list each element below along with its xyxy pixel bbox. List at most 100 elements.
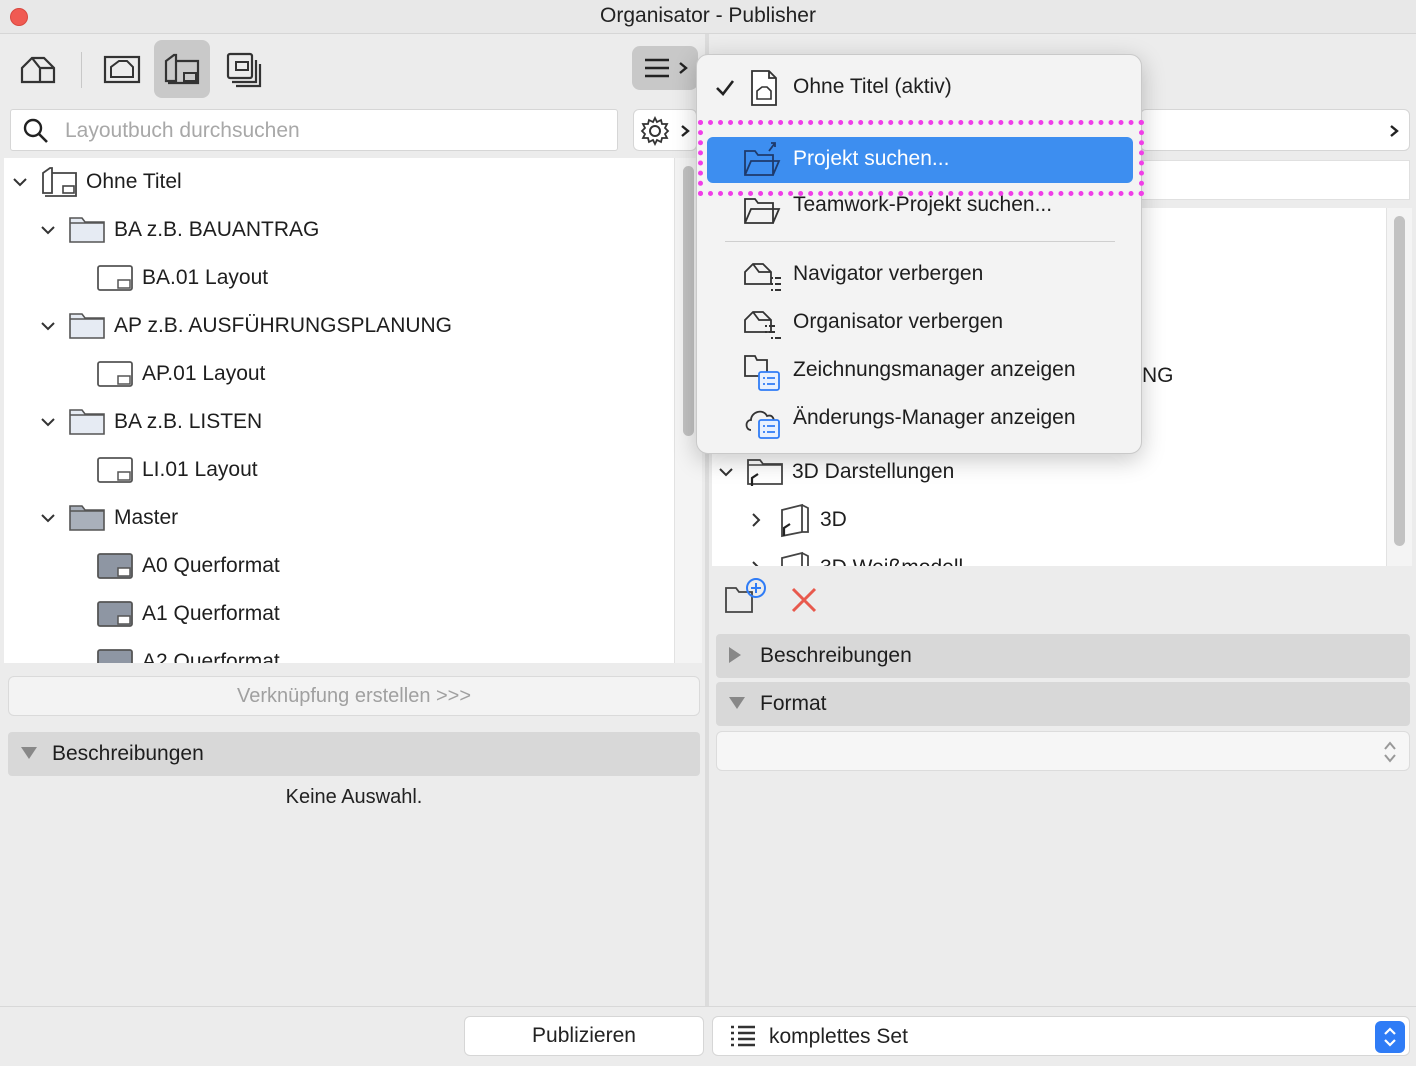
disclosure-triangle-down-icon xyxy=(21,747,37,759)
create-link-button[interactable]: Verknüpfung erstellen >>> xyxy=(8,676,700,716)
tree-label: Ohne Titel xyxy=(86,170,182,193)
descriptions-section-header[interactable]: Beschreibungen xyxy=(8,732,700,776)
layout-book-tab[interactable] xyxy=(154,40,210,98)
title-bar: Organisator - Publisher xyxy=(0,0,1416,34)
view-folder-icon xyxy=(747,459,783,486)
menu-item-hide-navigator[interactable]: Navigator verbergen xyxy=(707,252,1133,298)
navigator-icon xyxy=(744,263,781,291)
tree-row-layout[interactable]: BA.01 Layout xyxy=(4,254,674,302)
tree-row-3d-white[interactable]: 3D Weißmodell xyxy=(712,544,1386,566)
chevron-down-icon xyxy=(719,468,733,477)
menu-separator xyxy=(725,241,1115,242)
toolbar-separator xyxy=(81,52,82,88)
tree-row-3d-folder[interactable]: 3D Darstellungen xyxy=(712,448,1386,496)
section-label: Format xyxy=(760,692,827,715)
set-select-stepper[interactable] xyxy=(1375,1021,1405,1053)
layout-sheet-icon xyxy=(97,457,133,483)
settings-popup-button[interactable] xyxy=(633,109,697,151)
layout-book-search[interactable]: Layoutbuch durchsuchen xyxy=(10,109,618,151)
3d-view-icon xyxy=(781,503,809,538)
delete-icon[interactable] xyxy=(790,586,818,614)
project-map-tab[interactable] xyxy=(10,40,66,98)
menu-item-label: Teamwork-Projekt suchen... xyxy=(793,193,1053,216)
project-file-icon xyxy=(751,70,777,106)
chevron-right-icon xyxy=(681,125,690,137)
chevron-down-icon xyxy=(41,322,55,331)
tree-row-folder[interactable]: BA z.B. LISTEN xyxy=(4,398,674,446)
tree-label: BA z.B. LISTEN xyxy=(114,410,263,433)
master-layout-icon xyxy=(97,649,133,663)
publisher-set-select[interactable]: komplettes Set xyxy=(712,1016,1410,1056)
tree-label: 3D Darstellungen xyxy=(792,460,955,483)
stacked-pages-icon xyxy=(226,52,262,88)
menu-item-show-change-manager[interactable]: Änderungs-Manager anzeigen xyxy=(707,396,1133,442)
drawing-manager-icon xyxy=(744,355,780,391)
scrollbar-thumb[interactable] xyxy=(1394,216,1405,546)
layout-sheet-icon xyxy=(97,265,133,291)
master-folder-icon xyxy=(69,505,105,531)
tree-label: AP.01 Layout xyxy=(142,362,266,385)
chevron-right-icon xyxy=(752,513,761,527)
format-select[interactable] xyxy=(716,731,1410,771)
right-source-popup[interactable] xyxy=(1140,109,1410,151)
hamburger-menu-icon xyxy=(645,58,669,78)
tree-label: LI.01 Layout xyxy=(142,458,258,481)
tree-row-layout[interactable]: AP.01 Layout xyxy=(4,350,674,398)
layout-book-icon xyxy=(164,53,200,85)
organizer-icon xyxy=(744,311,781,339)
tree-label: A0 Querformat xyxy=(142,554,280,577)
partial-tree-label: NG xyxy=(1142,364,1174,387)
menu-popup-button[interactable] xyxy=(632,46,698,90)
publish-button[interactable]: Publizieren xyxy=(464,1016,704,1056)
menu-item-label: Zeichnungsmanager anzeigen xyxy=(793,358,1076,381)
tree-label: A1 Querformat xyxy=(142,602,280,625)
tree-label: BA z.B. BAUANTRAG xyxy=(114,218,320,241)
section-label: Beschreibungen xyxy=(52,742,204,765)
right-descriptions-section-header[interactable]: Beschreibungen xyxy=(716,634,1410,678)
tree-label: 3D xyxy=(820,508,847,531)
menu-item-show-drawing-manager[interactable]: Zeichnungsmanager anzeigen xyxy=(707,348,1133,394)
up-down-chevrons-icon xyxy=(1384,741,1396,763)
scrollbar-thumb[interactable] xyxy=(683,166,694,436)
menu-item-hide-organizer[interactable]: Organisator verbergen xyxy=(707,300,1133,346)
view-map-tab[interactable] xyxy=(94,40,150,98)
search-placeholder: Layoutbuch durchsuchen xyxy=(65,119,300,142)
tree-row-master-folder[interactable]: Master xyxy=(4,494,674,542)
tree-row-master[interactable]: A1 Querformat xyxy=(4,590,674,638)
chevron-down-icon xyxy=(41,226,55,235)
list-icon xyxy=(731,1025,755,1047)
tree-label: A2 Querformat xyxy=(142,650,280,663)
tree-row-layout[interactable]: LI.01 Layout xyxy=(4,446,674,494)
format-section-header[interactable]: Format xyxy=(716,682,1410,726)
chevron-down-icon xyxy=(41,418,55,427)
section-label: Beschreibungen xyxy=(760,644,912,667)
publisher-sets-tab[interactable] xyxy=(214,40,270,98)
chevron-right-icon xyxy=(679,62,688,74)
chevron-right-icon xyxy=(1390,125,1399,137)
menu-item-current-project[interactable]: Ohne Titel (aktiv) xyxy=(707,65,1133,111)
tree-label: 3D Weißmodell xyxy=(820,556,963,566)
layout-sheet-icon xyxy=(97,361,133,387)
new-folder-icon[interactable] xyxy=(724,578,768,614)
menu-item-label: Ohne Titel (aktiv) xyxy=(793,75,952,98)
tree-row-folder[interactable]: AP z.B. AUSFÜHRUNGSPLANUNG xyxy=(4,302,674,350)
tree-row-3d[interactable]: 3D xyxy=(712,496,1386,544)
search-icon xyxy=(23,118,48,143)
right-search-field[interactable] xyxy=(1140,160,1410,200)
gear-icon xyxy=(640,116,670,146)
up-down-chevrons-icon xyxy=(1384,1027,1396,1047)
window-title: Organisator - Publisher xyxy=(600,4,816,27)
house-icon xyxy=(20,56,56,84)
tree-row-master[interactable]: A2 Querformat xyxy=(4,638,674,663)
tree-row-folder[interactable]: BA z.B. BAUANTRAG xyxy=(4,206,674,254)
menu-item-label: Änderungs-Manager anzeigen xyxy=(793,406,1076,429)
right-tree-scrollbar[interactable] xyxy=(1386,208,1412,566)
set-select-value: komplettes Set xyxy=(769,1025,908,1048)
chevron-right-icon xyxy=(752,561,759,566)
checkmark-icon xyxy=(716,80,735,96)
folder-icon xyxy=(69,217,105,243)
chevron-down-icon xyxy=(41,514,55,523)
tree-row-master[interactable]: A0 Querformat xyxy=(4,542,674,590)
tree-label: AP z.B. AUSFÜHRUNGSPLANUNG xyxy=(114,314,453,337)
tree-row-project[interactable]: Ohne Titel xyxy=(4,158,674,206)
